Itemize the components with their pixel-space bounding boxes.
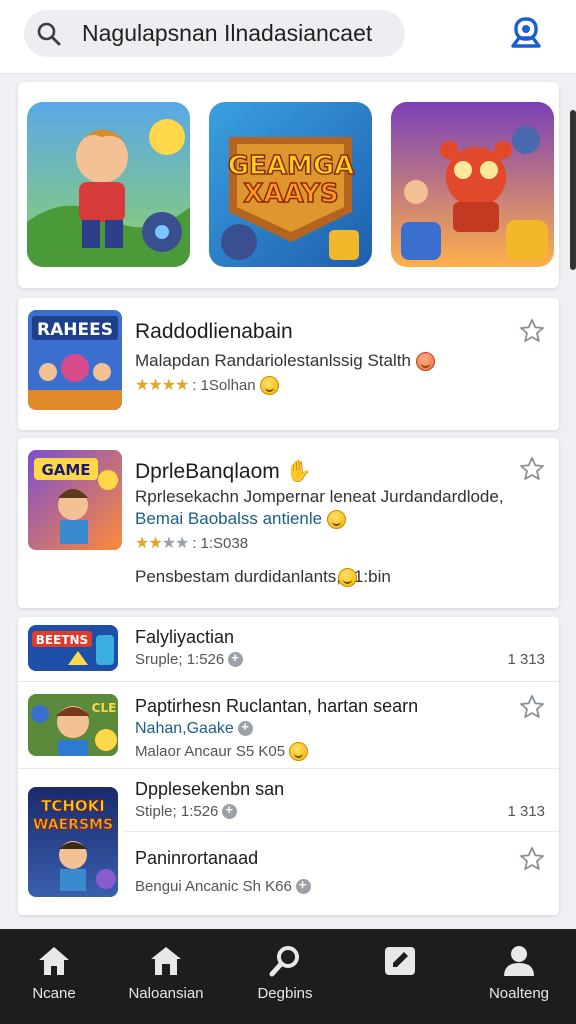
search-bar[interactable] [24,10,405,57]
svg-text:BEETNS: BEETNS [36,633,88,647]
nav-label: Noalteng [488,985,550,1002]
profile-icon [504,946,534,976]
game-title[interactable]: Raddodlienabain [135,320,293,344]
search-input[interactable] [82,18,397,49]
nav-label: Degbins [257,985,313,1002]
nav-search[interactable]: Degbins [240,929,330,1024]
list-item[interactable]: Dpplesekenbn san Stiple; 1:526 1 313 [18,769,559,831]
game-meta: Bengui Ancanic Sh K66 [135,877,311,895]
game-title[interactable]: DprleBanqlaom ✋ [135,460,312,484]
nav-edit[interactable] [360,929,440,1024]
store-icon [151,947,181,975]
account-button[interactable] [506,12,546,54]
carousel-logo-text: GEAMGA [228,151,355,181]
home-icon [39,947,69,975]
svg-text:GAME: GAME [41,461,90,479]
game-art-hero [27,102,190,267]
carousel-tile-robot[interactable] [391,102,554,267]
search-icon [37,22,61,46]
game-meta: Stiple; 1:526 [135,802,238,820]
game-thumbnail: GAME [28,450,122,550]
svg-text:RAHEES: RAHEES [37,320,113,340]
nav-profile[interactable]: Noalteng [474,929,564,1024]
nav-store[interactable]: Naloansian [116,929,216,1024]
download-count: 1 313 [507,803,545,820]
top-bar [0,0,576,74]
game-meta: Sruple; 1:526 [135,650,244,668]
featured-carousel: GEAMGA XAAYS [18,82,559,288]
game-developer: Nahan,Gaake [135,719,254,738]
emoji-icon [415,352,435,372]
game-art-logo: GEAMGA XAAYS [209,102,372,267]
emoji-icon [338,568,357,587]
nav-home[interactable]: Ncane [14,929,94,1024]
search-icon [269,946,299,977]
carousel-tile-logo[interactable]: GEAMGA XAAYS [209,102,372,267]
favorite-star-icon[interactable] [519,318,545,344]
featured-card-2[interactable]: GAME DprleBanqlaom ✋ Rprlesekachn Jomper… [18,438,559,608]
nav-label: Ncane [32,985,76,1002]
favorite-star-icon[interactable] [519,846,545,872]
add-icon [295,877,311,894]
emoji-icon [259,375,279,395]
rating-row: ★★★★:1Solhan [135,375,279,395]
game-subtitle: Rprlesekachn Jompernar leneat Jurdandard… [135,487,504,506]
add-icon [222,802,238,819]
carousel-tile-hero[interactable] [27,102,190,267]
game-title[interactable]: Paptirhesn Ruclantan, hartan searn [135,696,418,717]
rating-stars: ★★★★ [135,535,189,552]
featured-card-1[interactable]: RAHEES Raddodlienabain Malapdan Randario… [18,298,559,430]
rating-stars: ★★★★ [135,377,189,394]
thumbs-up-icon: ✋ [285,460,312,483]
game-list: BEETNS Falyliyactian Sruple; 1:526 1 313… [18,617,559,915]
game-thumbnail: RAHEES [28,310,122,410]
emoji-icon [326,510,346,530]
carousel-peek-edge [570,110,576,270]
svg-text:XAAYS: XAAYS [243,179,338,209]
emoji-icon [289,742,309,761]
favorite-star-icon[interactable] [519,694,545,720]
svg-text:CLE: CLE [92,701,117,715]
game-subtitle: Malapdan Randariolestanlssig Stalth [135,351,435,372]
game-title[interactable]: Paninrortanaad [135,848,258,869]
game-thumbnail: CLE [28,694,118,756]
favorite-star-icon[interactable] [519,456,545,482]
game-title[interactable]: Dpplesekenbn san [135,779,284,800]
game-footer-text: Pensbestam durdidanlants, 11:bin [135,567,391,587]
game-title[interactable]: Falyliyactian [135,627,234,648]
game-art-robot [391,102,554,267]
add-icon [228,650,244,667]
nav-label: Naloansian [128,985,204,1002]
game-developer: Bemai Baobalss antienle [135,509,346,530]
add-icon [238,719,254,737]
game-meta: Malaor Ancaur S5 K05 [135,742,309,761]
list-item[interactable]: Paninrortanaad Bengui Ancanic Sh K66 [18,832,559,915]
list-item[interactable]: BEETNS Falyliyactian Sruple; 1:526 1 313 [18,617,559,681]
game-thumbnail: BEETNS [28,625,118,671]
account-icon [511,17,541,48]
edit-icon [385,947,415,975]
rating-row: ★★★★:1:S038 [135,534,249,553]
bottom-navigation: Ncane Naloansian Degbins Noalteng [0,929,576,1024]
list-item[interactable]: CLE Paptirhesn Ruclantan, hartan searn N… [18,682,559,768]
download-count: 1 313 [507,651,545,668]
